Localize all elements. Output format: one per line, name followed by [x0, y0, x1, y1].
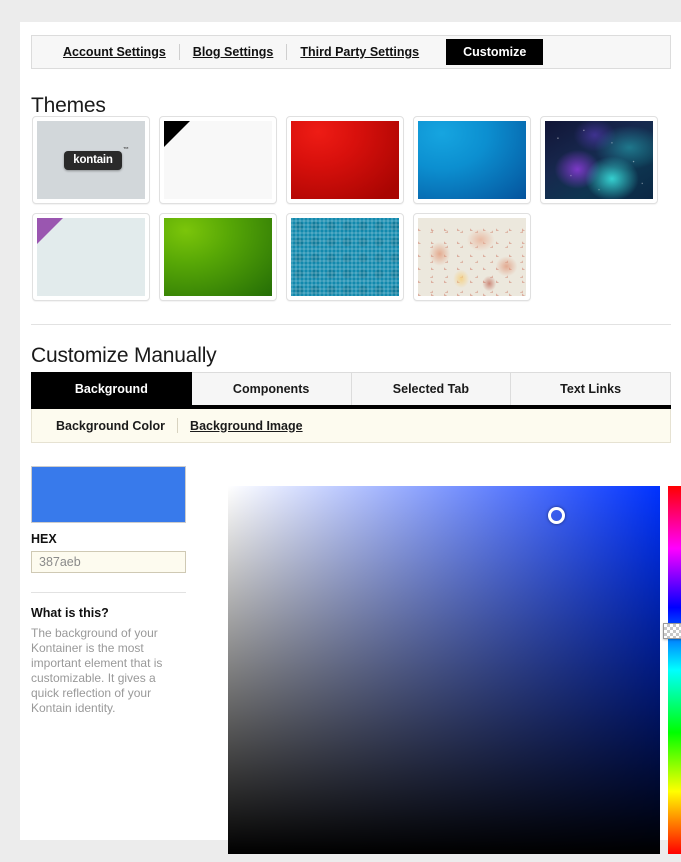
stars-overlay — [545, 121, 653, 199]
hue-slider[interactable] — [668, 486, 681, 854]
tab-selected-tab[interactable]: Selected Tab — [351, 372, 512, 406]
theme-thumb-white[interactable] — [159, 116, 277, 204]
nav-link-blog-settings[interactable]: Blog Settings — [180, 45, 287, 59]
customize-manually-heading: Customize Manually — [31, 344, 217, 367]
theme-thumb-teal-pattern[interactable] — [286, 213, 404, 301]
nav-link-account-settings[interactable]: Account Settings — [50, 45, 179, 59]
hex-input[interactable] — [31, 551, 186, 573]
theme-thumb-red[interactable] — [286, 116, 404, 204]
tab-text-links[interactable]: Text Links — [511, 372, 671, 406]
theme-thumb-green[interactable] — [159, 213, 277, 301]
theme-thumb-pale-purple[interactable] — [32, 213, 150, 301]
subtab-background-image[interactable]: Background Image — [178, 419, 315, 433]
hex-label: HEX — [31, 532, 57, 546]
customize-page-card: Account Settings Blog Settings Third Par… — [20, 22, 681, 854]
tab-components[interactable]: Components — [191, 372, 352, 406]
color-settings-panel: HEX What is this? The background of your… — [31, 466, 188, 716]
kontain-logo-text: kontain — [73, 153, 113, 166]
kontain-logo: kontain ™ — [64, 147, 129, 170]
themes-grid: kontain ™ — [32, 116, 680, 301]
settings-nav-bar: Account Settings Blog Settings Third Par… — [31, 35, 671, 69]
nav-link-customize[interactable]: Customize — [446, 39, 544, 65]
theme-thumb-kontain-default[interactable]: kontain ™ — [32, 116, 150, 204]
customize-tab-bar: Background Components Selected Tab Text … — [31, 372, 671, 406]
background-subtab-bar: Background Color Background Image — [31, 409, 671, 443]
what-is-this-body: The background of your Kontainer is the … — [31, 626, 163, 715]
saturation-value-picker[interactable] — [228, 486, 660, 854]
theme-thumb-blue[interactable] — [413, 116, 531, 204]
corner-fold-icon — [37, 218, 63, 244]
tab-background[interactable]: Background — [31, 372, 192, 406]
corner-fold-icon — [164, 121, 190, 147]
section-divider — [31, 324, 671, 325]
panel-divider — [31, 592, 186, 593]
what-is-this-heading: What is this? — [31, 606, 109, 620]
theme-thumb-nebula[interactable] — [540, 116, 658, 204]
nav-link-third-party-settings[interactable]: Third Party Settings — [287, 45, 432, 59]
subtab-background-color[interactable]: Background Color — [44, 419, 177, 433]
trademark-icon: ™ — [122, 146, 129, 153]
theme-thumb-floral[interactable] — [413, 213, 531, 301]
color-preview-swatch[interactable] — [31, 466, 186, 523]
themes-heading: Themes — [31, 94, 106, 117]
